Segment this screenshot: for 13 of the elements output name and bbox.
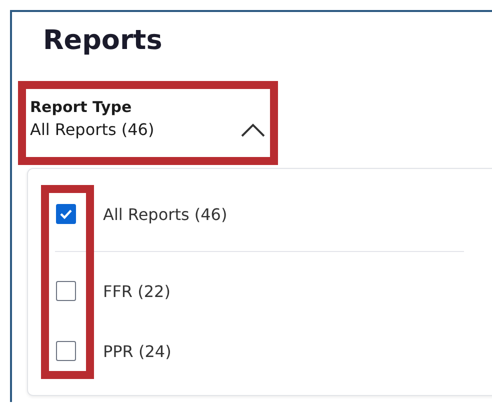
checkbox[interactable]	[56, 341, 76, 361]
checkbox[interactable]	[56, 281, 76, 301]
report-type-dropdown[interactable]: Report Type All Reports (46)	[30, 93, 266, 151]
menu-option[interactable]: PPR (24)	[28, 321, 492, 381]
page-title: Reports	[43, 24, 164, 58]
menu-option[interactable]: FFR (22)	[28, 261, 492, 321]
menu-option[interactable]: All Reports (46)	[28, 184, 492, 244]
option-label: FFR (22)	[103, 282, 170, 300]
option-label: PPR (24)	[103, 342, 172, 360]
checkbox[interactable]	[56, 204, 76, 224]
caret-icon	[240, 122, 266, 138]
check-icon	[59, 208, 73, 220]
option-label: All Reports (46)	[103, 204, 228, 224]
